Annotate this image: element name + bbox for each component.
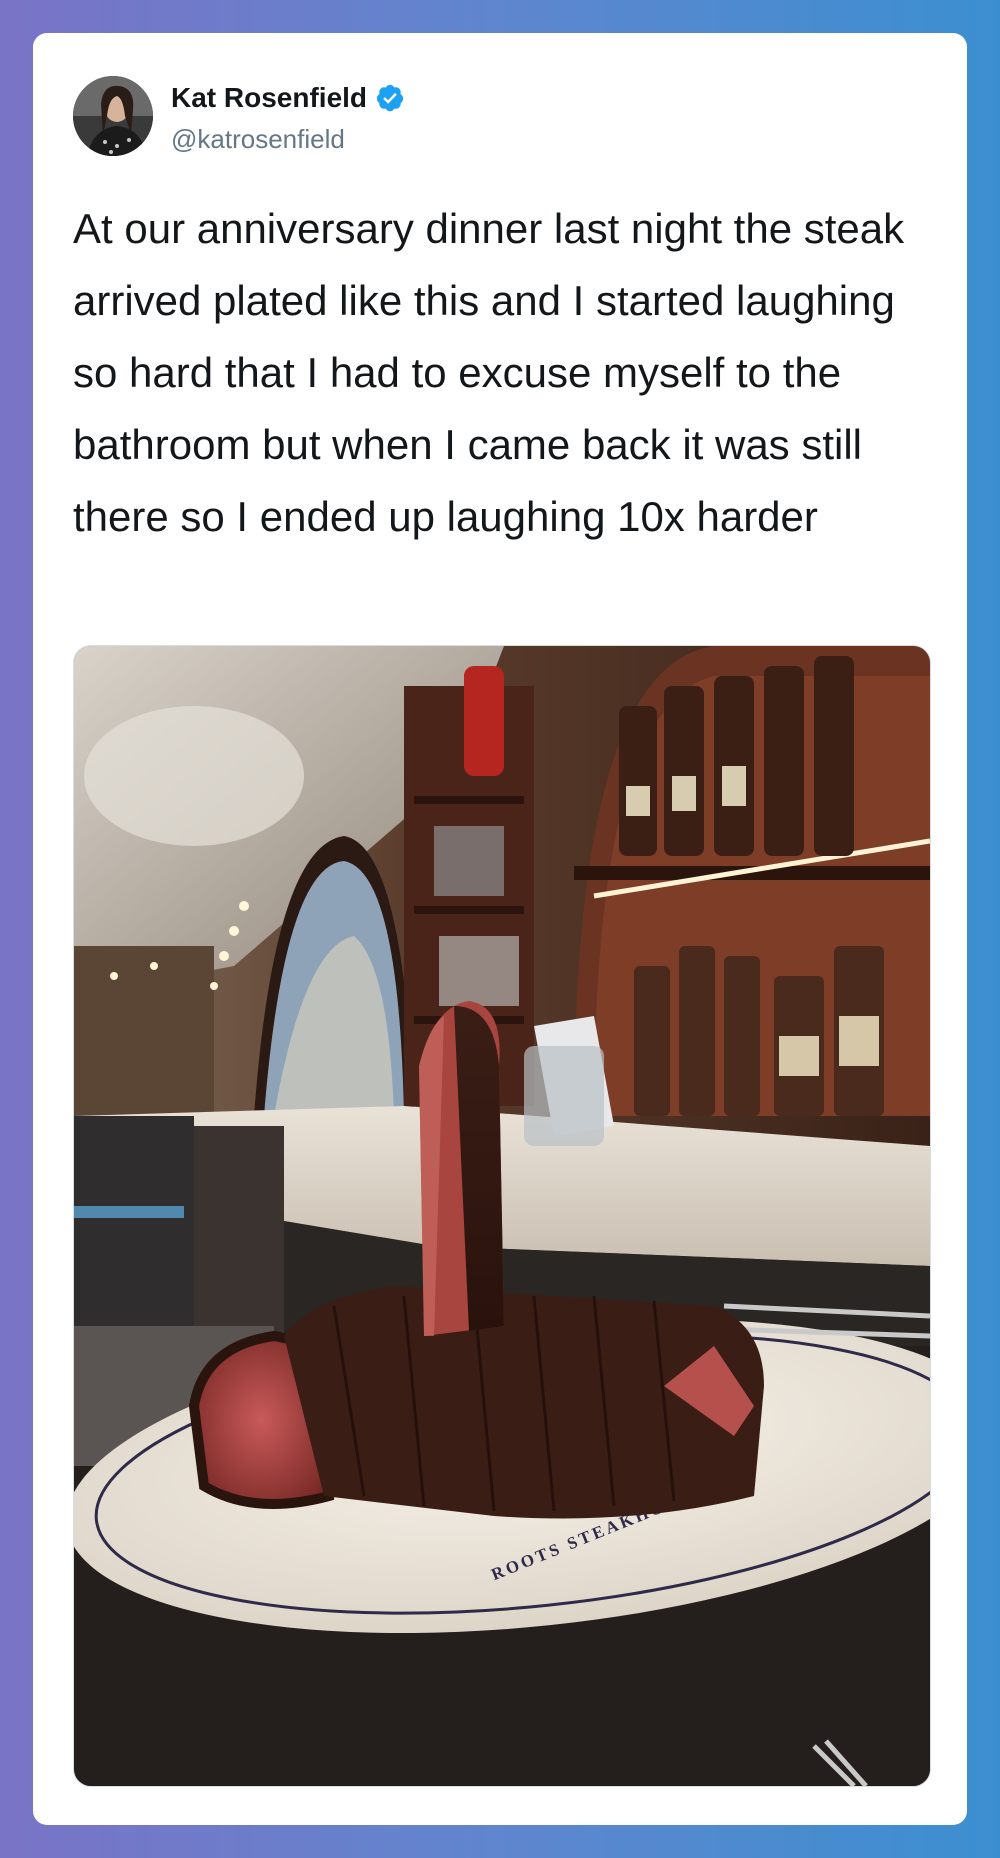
handle[interactable]: @katrosenfield bbox=[171, 124, 405, 155]
display-name[interactable]: Kat Rosenfield bbox=[171, 82, 367, 114]
tweet-card: Kat Rosenfield @katrosenfield At our ann… bbox=[33, 33, 967, 1825]
tweet-header: Kat Rosenfield @katrosenfield bbox=[73, 76, 933, 156]
verified-badge-icon bbox=[375, 83, 405, 113]
name-row: Kat Rosenfield bbox=[171, 82, 405, 114]
tweet-text: At our anniversary dinner last night the… bbox=[73, 205, 905, 540]
avatar[interactable] bbox=[73, 76, 153, 156]
author-info: Kat Rosenfield @katrosenfield bbox=[171, 82, 405, 155]
tweet-photo[interactable]: ROOTS STEAKHOUSE bbox=[73, 645, 931, 1787]
